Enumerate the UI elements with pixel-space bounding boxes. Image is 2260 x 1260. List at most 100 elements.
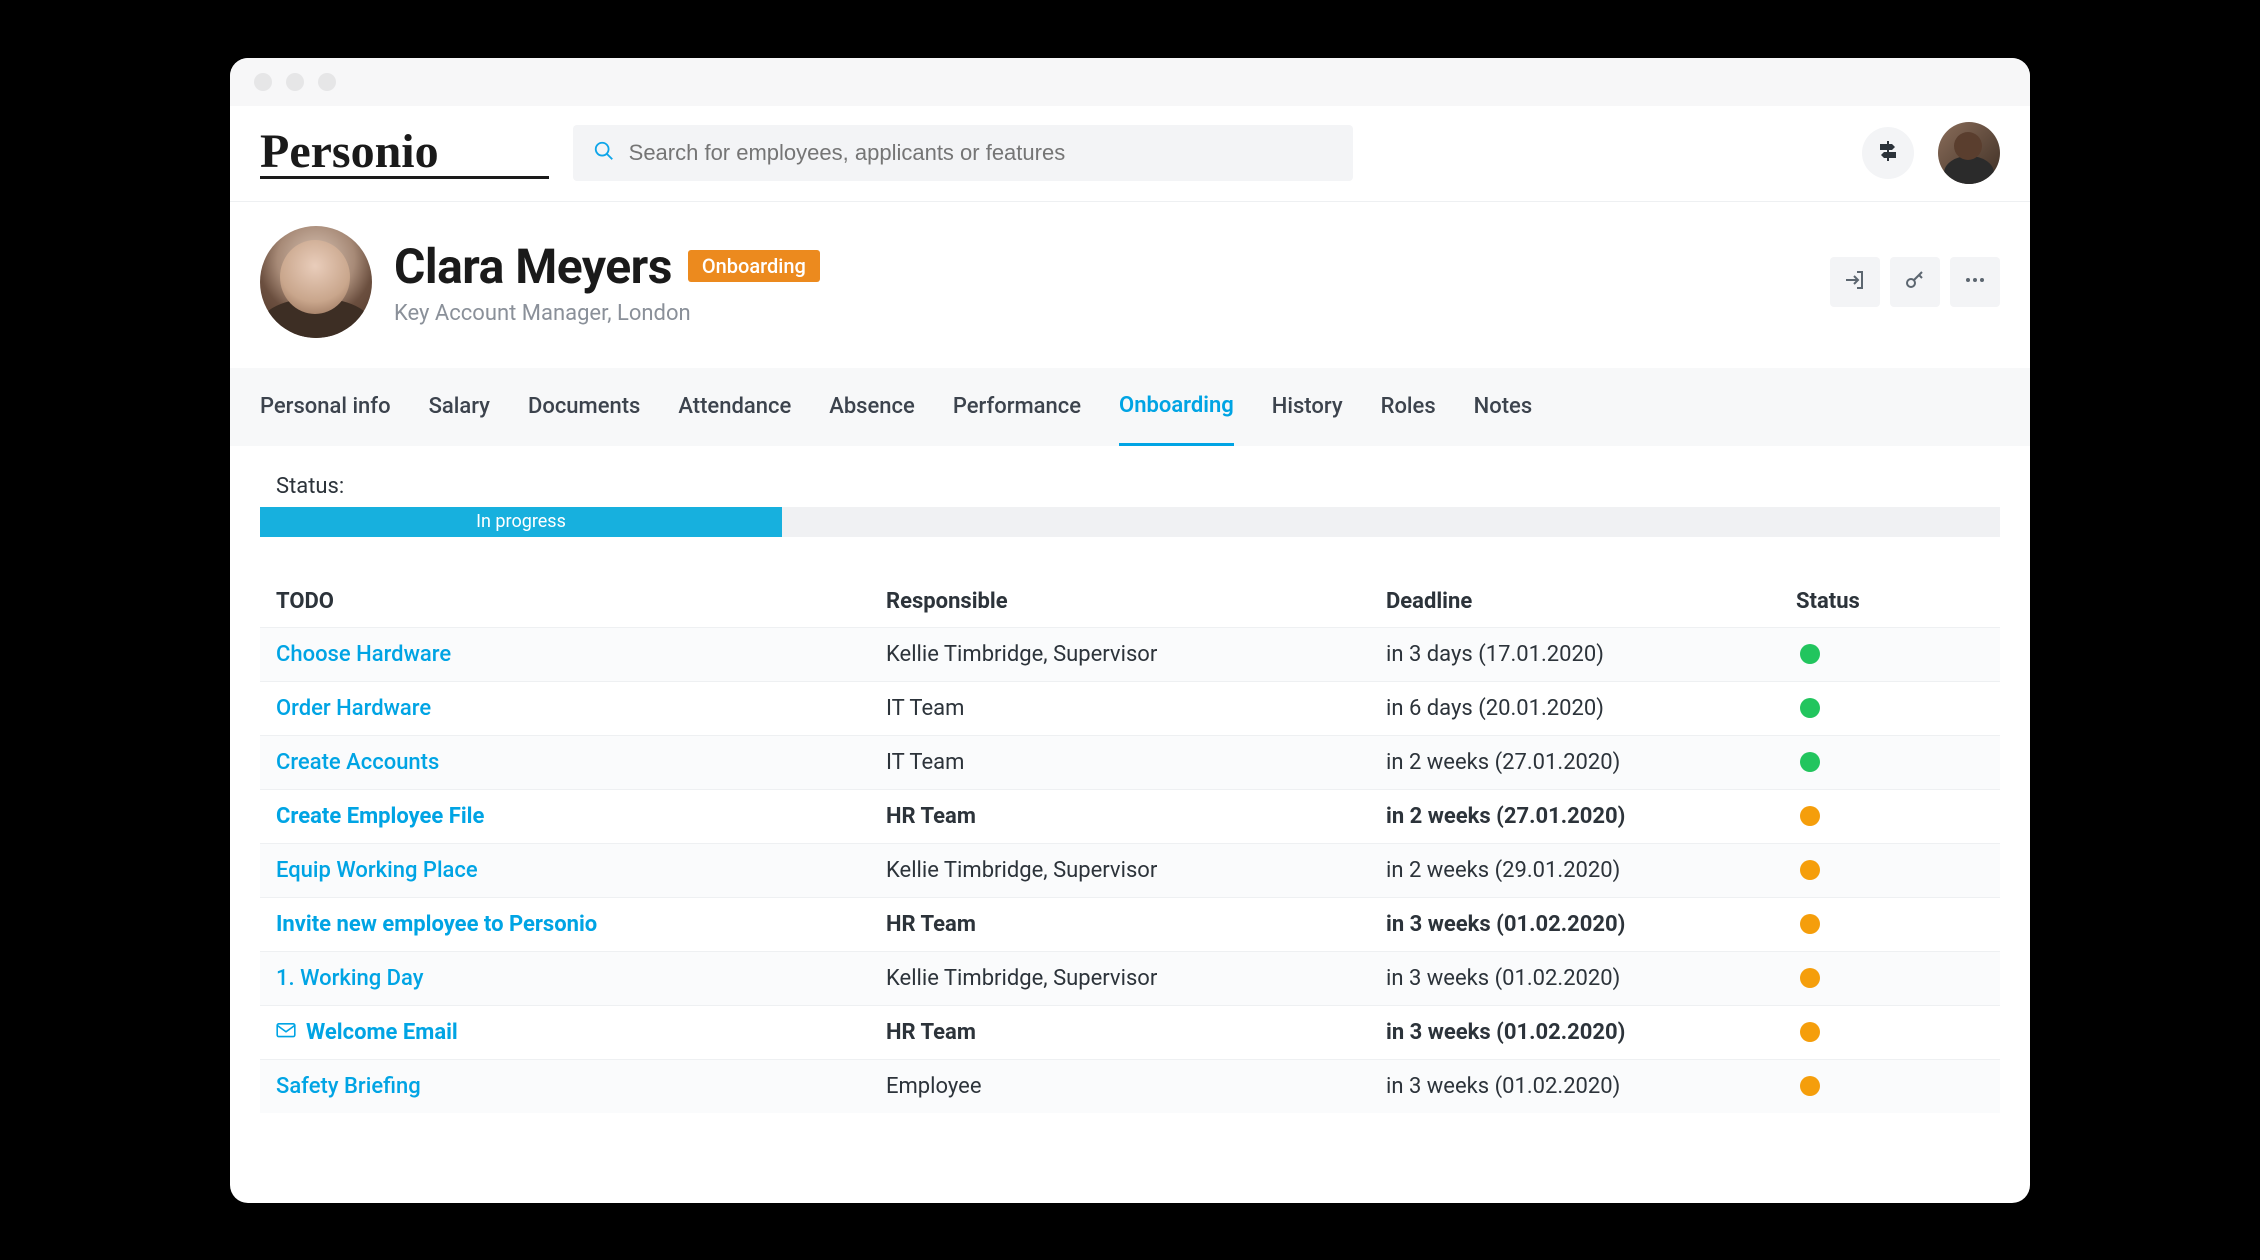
responsible-cell: Employee: [886, 1074, 1386, 1099]
todo-text: Welcome Email: [306, 1020, 458, 1045]
employee-name: Clara Meyers: [394, 238, 672, 295]
todo-text: Order Hardware: [276, 696, 431, 721]
todo-link[interactable]: Choose Hardware: [276, 642, 886, 667]
search-icon: [593, 140, 615, 166]
todo-link[interactable]: Order Hardware: [276, 696, 886, 721]
login-as-button[interactable]: [1830, 257, 1880, 307]
current-user-avatar[interactable]: [1938, 122, 2000, 184]
progress-track: In progress: [260, 507, 2000, 537]
tab-onboarding[interactable]: Onboarding: [1119, 368, 1234, 446]
status-cell: [1796, 968, 1984, 988]
responsible-cell: HR Team: [886, 804, 1386, 829]
col-responsible: Responsible: [886, 589, 1386, 614]
status-dot-orange: [1800, 1076, 1820, 1096]
status-cell: [1796, 806, 1984, 826]
deadline-cell: in 3 weeks (01.02.2020): [1386, 1074, 1796, 1099]
col-deadline: Deadline: [1386, 589, 1796, 614]
more-button[interactable]: [1950, 257, 2000, 307]
status-badge: Onboarding: [688, 250, 820, 282]
tab-notes[interactable]: Notes: [1474, 368, 1533, 446]
table-header: TODO Responsible Deadline Status: [260, 577, 2000, 627]
deadline-cell: in 3 weeks (01.02.2020): [1386, 1020, 1796, 1045]
search-input[interactable]: [629, 140, 1333, 166]
status-cell: [1796, 1022, 1984, 1042]
col-status: Status: [1796, 589, 1984, 614]
deadline-cell: in 3 weeks (01.02.2020): [1386, 912, 1796, 937]
responsible-cell: HR Team: [886, 1020, 1386, 1045]
profile-actions: [1830, 257, 2000, 307]
todo-text: Choose Hardware: [276, 642, 451, 667]
window-close-dot[interactable]: [254, 73, 272, 91]
todo-link[interactable]: Create Accounts: [276, 750, 886, 775]
window-zoom-dot[interactable]: [318, 73, 336, 91]
status-dot-green: [1800, 644, 1820, 664]
content-area: Status: In progress TODO Responsible Dea…: [230, 446, 2030, 1113]
table-row: Choose Hardware Kellie Timbridge, Supervi…: [260, 627, 2000, 681]
table-row: Create Employee File HR Teamin 2 weeks (2…: [260, 789, 2000, 843]
tab-absence[interactable]: Absence: [829, 368, 915, 446]
navigation-icon-button[interactable]: [1862, 127, 1914, 179]
logo[interactable]: Personio: [260, 128, 549, 179]
table-row: Order HardwareIT Teamin 6 days (20.01.20…: [260, 681, 2000, 735]
status-cell: [1796, 698, 1984, 718]
todo-text: Equip Working Place: [276, 858, 478, 883]
col-todo: TODO: [276, 589, 886, 614]
onboarding-table: TODO Responsible Deadline Status Choose …: [260, 577, 2000, 1113]
deadline-cell: in 3 weeks (01.02.2020): [1386, 966, 1796, 991]
employee-subtitle: Key Account Manager, London: [394, 301, 820, 326]
todo-link[interactable]: Create Employee File: [276, 804, 886, 829]
status-dot-green: [1800, 752, 1820, 772]
todo-text: 1. Working Day: [276, 966, 423, 991]
status-dot-orange: [1800, 914, 1820, 934]
todo-text: Safety Briefing: [276, 1074, 421, 1099]
key-icon: [1903, 268, 1927, 296]
status-dot-green: [1800, 698, 1820, 718]
todo-link[interactable]: 1. Working Day: [276, 966, 886, 991]
search-box[interactable]: [573, 125, 1353, 181]
tab-attendance[interactable]: Attendance: [678, 368, 791, 446]
todo-link[interactable]: Invite new employee to Personio: [276, 912, 886, 937]
mail-icon: [276, 1020, 296, 1045]
status-cell: [1796, 914, 1984, 934]
table-row: 1. Working DayKellie Timbridge, Supervis…: [260, 951, 2000, 1005]
todo-link[interactable]: Welcome Email: [276, 1020, 886, 1045]
tab-performance[interactable]: Performance: [953, 368, 1081, 446]
table-row: Safety Briefing Employeein 3 weeks (01.02…: [260, 1059, 2000, 1113]
signpost-icon: [1876, 139, 1900, 167]
todo-link[interactable]: Safety Briefing: [276, 1074, 886, 1099]
deadline-cell: in 3 days (17.01.2020): [1386, 642, 1796, 667]
tab-documents[interactable]: Documents: [528, 368, 640, 446]
deadline-cell: in 2 weeks (29.01.2020): [1386, 858, 1796, 883]
deadline-cell: in 2 weeks (27.01.2020): [1386, 750, 1796, 775]
tab-salary[interactable]: Salary: [429, 368, 490, 446]
login-icon: [1843, 268, 1867, 296]
progress-text: In progress: [476, 511, 566, 532]
table-row: Create Accounts IT Teamin 2 weeks (27.01.…: [260, 735, 2000, 789]
key-button[interactable]: [1890, 257, 1940, 307]
tab-bar: Personal info Salary Documents Attendance Ab…: [230, 368, 2030, 446]
more-icon: [1963, 268, 1987, 296]
status-dot-orange: [1800, 806, 1820, 826]
tab-roles[interactable]: Roles: [1381, 368, 1436, 446]
status-cell: [1796, 644, 1984, 664]
todo-text: Create Accounts: [276, 750, 439, 775]
profile-header: Clara Meyers Onboarding Key Account Mana…: [230, 202, 2030, 368]
status-dot-orange: [1800, 1022, 1820, 1042]
deadline-cell: in 2 weeks (27.01.2020): [1386, 804, 1796, 829]
responsible-cell: Kellie Timbridge, Supervisor: [886, 858, 1386, 883]
logo-text: Personio: [260, 128, 549, 179]
todo-text: Create Employee File: [276, 804, 484, 829]
status-cell: [1796, 1076, 1984, 1096]
responsible-cell: Kellie Timbridge, Supervisor: [886, 642, 1386, 667]
todo-link[interactable]: Equip Working Place: [276, 858, 886, 883]
tab-history[interactable]: History: [1272, 368, 1343, 446]
table-body: Choose Hardware Kellie Timbridge, Supervi…: [260, 627, 2000, 1113]
status-label: Status:: [276, 474, 2000, 499]
status-dot-orange: [1800, 860, 1820, 880]
tab-personal-info[interactable]: Personal info: [260, 368, 391, 446]
window-minimize-dot[interactable]: [286, 73, 304, 91]
responsible-cell: HR Team: [886, 912, 1386, 937]
todo-text: Invite new employee to Personio: [276, 912, 597, 937]
responsible-cell: IT Team: [886, 750, 1386, 775]
profile-title-block: Clara Meyers Onboarding Key Account Mana…: [394, 238, 820, 326]
